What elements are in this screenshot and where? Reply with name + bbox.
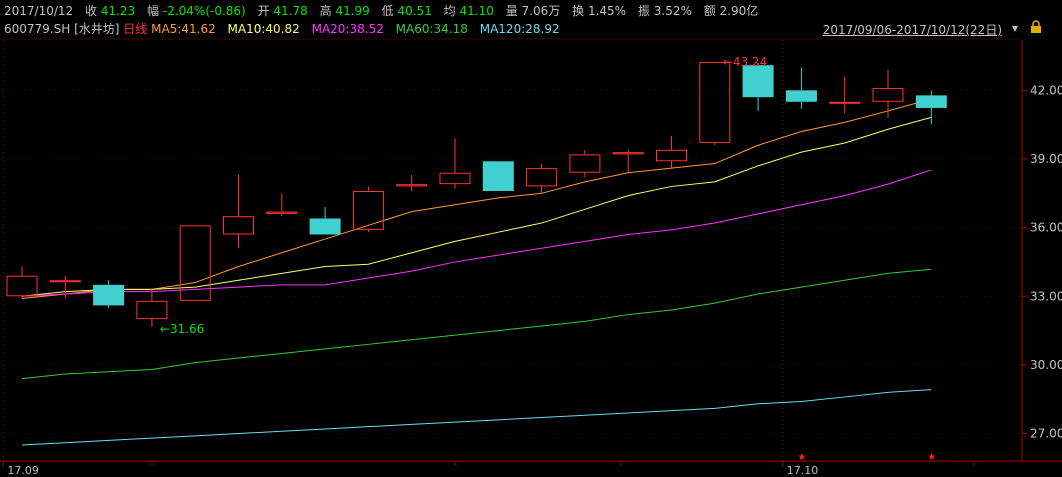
extreme-price-annotation: ←43.24: [723, 55, 767, 69]
y-tick-label: 33.00: [1030, 289, 1062, 303]
y-tick-label: 39.00: [1030, 152, 1062, 166]
candle-body-up: [6, 275, 38, 297]
candle-body-down: [309, 218, 341, 235]
candle-body-up: [266, 211, 298, 214]
y-tick-label: 30.00: [1030, 358, 1062, 372]
ma20-line: [21, 169, 932, 297]
event-marker-star: ★: [927, 452, 936, 463]
ma10-line: [21, 116, 932, 297]
candle-body-down: [742, 65, 774, 98]
ma60-line: [21, 268, 932, 380]
candlestick-chart: 27.00 30.00 33.00 36.00 39.00 42.00 17.09 17.10…: [0, 38, 1062, 477]
ma5-line: [21, 98, 932, 300]
candle-body-down: [915, 95, 947, 108]
candle-body-up: [829, 101, 861, 104]
x-tick-label: 17.09: [7, 464, 38, 477]
ma120-line: [21, 389, 932, 446]
y-tick-label: 42.00: [1030, 83, 1062, 97]
candle-body-up: [49, 280, 81, 283]
candle-body-up: [569, 154, 601, 173]
candle-body-up: [396, 184, 428, 187]
y-tick-label: 36.00: [1030, 221, 1062, 235]
candle-body-down: [482, 161, 514, 192]
candle-body-up: [223, 216, 254, 235]
x-tick-label: 17.10: [787, 464, 819, 477]
candle-body-up: [439, 172, 471, 185]
event-marker-star: ★: [797, 452, 806, 463]
extreme-price-annotation: ←31.66: [160, 322, 204, 336]
candle-body-up: [352, 191, 384, 230]
y-tick-label: 27.00: [1030, 427, 1062, 441]
candle-body-up: [136, 300, 168, 320]
candle-body-up: [612, 152, 644, 155]
candle-body-down: [785, 90, 817, 102]
candle-body-down: [93, 284, 125, 306]
candle-body-up: [526, 168, 558, 187]
candle-body-up: [699, 61, 731, 143]
